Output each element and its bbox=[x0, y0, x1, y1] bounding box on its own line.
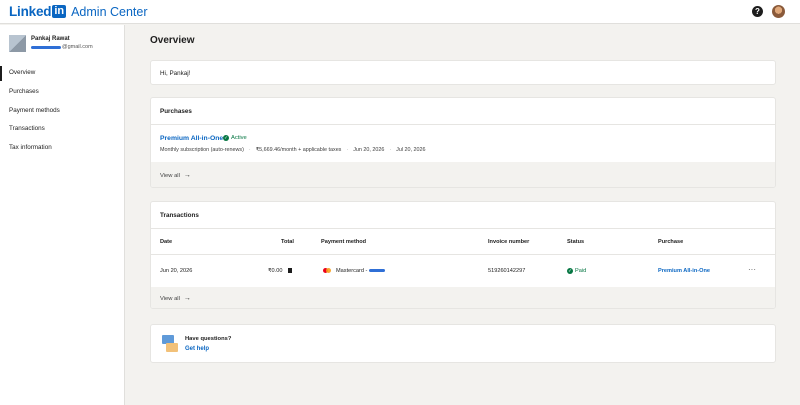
sidebar-item-tax-information[interactable]: Tax information bbox=[0, 139, 124, 158]
column-header-date: Date bbox=[160, 239, 173, 245]
column-header-status: Status bbox=[567, 239, 585, 245]
mastercard-icon bbox=[323, 268, 331, 274]
logo-text: Linked bbox=[9, 4, 52, 19]
price: ₹5,669.46/month + applicable taxes bbox=[255, 147, 342, 153]
get-help-link[interactable]: Get help bbox=[185, 346, 209, 352]
total-amount: ₹0.00 bbox=[268, 268, 283, 274]
transactions-view-all-link[interactable]: View all → bbox=[160, 295, 191, 302]
divider bbox=[151, 254, 775, 255]
sidebar-nav: Overview Purchases Payment methods Trans… bbox=[0, 64, 124, 158]
greeting-card: Hi, Pankaj! bbox=[150, 60, 776, 85]
profile-block: Pankaj Rawat @gmail.com bbox=[9, 35, 93, 52]
end-date: Jul 20, 2026 bbox=[396, 147, 426, 153]
receipt-icon[interactable] bbox=[288, 268, 293, 274]
sidebar-item-transactions[interactable]: Transactions bbox=[0, 120, 124, 139]
billing-type: Monthly subscription (auto-renews) bbox=[160, 147, 244, 153]
help-title: Have questions? bbox=[185, 336, 232, 342]
transactions-heading: Transactions bbox=[160, 212, 199, 219]
check-circle-icon: ✓ bbox=[567, 268, 573, 274]
sidebar-item-purchases[interactable]: Purchases bbox=[0, 83, 124, 102]
arrow-right-icon: → bbox=[183, 172, 191, 179]
divider bbox=[151, 124, 775, 125]
top-bar: Linked in Admin Center bbox=[0, 0, 800, 24]
purchases-view-all-link[interactable]: View all → bbox=[160, 172, 191, 179]
status-badge: ✓ Active bbox=[223, 135, 247, 141]
help-card: Have questions? Get help bbox=[150, 324, 776, 363]
more-options-icon[interactable]: ··· bbox=[748, 265, 756, 274]
greeting-text: Hi, Pankaj! bbox=[160, 70, 191, 77]
column-header-payment-method: Payment method bbox=[321, 239, 367, 245]
check-circle-icon: ✓ bbox=[223, 135, 229, 141]
purchases-heading: Purchases bbox=[160, 108, 192, 115]
redacted-card-mark bbox=[369, 269, 386, 273]
product-link[interactable]: Premium All-in-One bbox=[160, 135, 223, 142]
column-header-purchase: Purchase bbox=[658, 239, 684, 245]
view-all-label: View all bbox=[160, 295, 180, 302]
profile-avatar bbox=[9, 35, 26, 52]
divider bbox=[151, 228, 775, 229]
purchases-card: Purchases Premium All-in-One ✓ Active Mo… bbox=[150, 97, 776, 188]
start-date: Jun 20, 2026 bbox=[353, 147, 385, 153]
transactions-card: Transactions Date Total Payment method I… bbox=[150, 201, 776, 309]
status-text: Active bbox=[231, 135, 247, 141]
view-all-label: View all bbox=[160, 172, 180, 179]
page-title: Overview bbox=[150, 35, 195, 46]
row-total: ₹0.00 bbox=[268, 268, 293, 274]
view-all-band: View all → bbox=[151, 162, 775, 187]
app-name: Admin Center bbox=[71, 4, 148, 19]
subscription-details: Monthly subscription (auto-renews) · ₹5,66… bbox=[160, 147, 426, 153]
chat-bubbles-icon bbox=[162, 335, 178, 353]
user-avatar[interactable] bbox=[772, 5, 785, 18]
profile-email: @gmail.com bbox=[31, 44, 93, 50]
email-suffix: @gmail.com bbox=[62, 44, 93, 50]
redacted-email-mark bbox=[31, 45, 61, 49]
arrow-right-icon: → bbox=[183, 295, 191, 302]
row-status: ✓ Paid bbox=[567, 268, 586, 274]
logo-in-box: in bbox=[52, 5, 67, 18]
row-purchase-link[interactable]: Premium All-in-One bbox=[658, 268, 710, 274]
view-all-band: View all → bbox=[151, 287, 775, 308]
row-date: Jun 20, 2026 bbox=[160, 268, 193, 274]
payment-method-label: Mastercard - bbox=[336, 268, 368, 274]
row-invoice-number: 519260142297 bbox=[488, 268, 526, 274]
sidebar-item-overview[interactable]: Overview bbox=[0, 64, 124, 83]
row-payment-method: Mastercard - bbox=[323, 268, 386, 274]
profile-name: Pankaj Rawat bbox=[31, 36, 70, 42]
column-header-total: Total bbox=[281, 239, 294, 245]
linkedin-logo[interactable]: Linked in bbox=[9, 4, 67, 19]
sidebar: Pankaj Rawat @gmail.com Overview Purchas… bbox=[0, 25, 125, 405]
sidebar-item-payment-methods[interactable]: Payment methods bbox=[0, 102, 124, 121]
help-icon[interactable]: ? bbox=[752, 6, 763, 17]
column-header-invoice-number: Invoice number bbox=[488, 239, 530, 245]
paid-status-text: Paid bbox=[575, 268, 587, 274]
